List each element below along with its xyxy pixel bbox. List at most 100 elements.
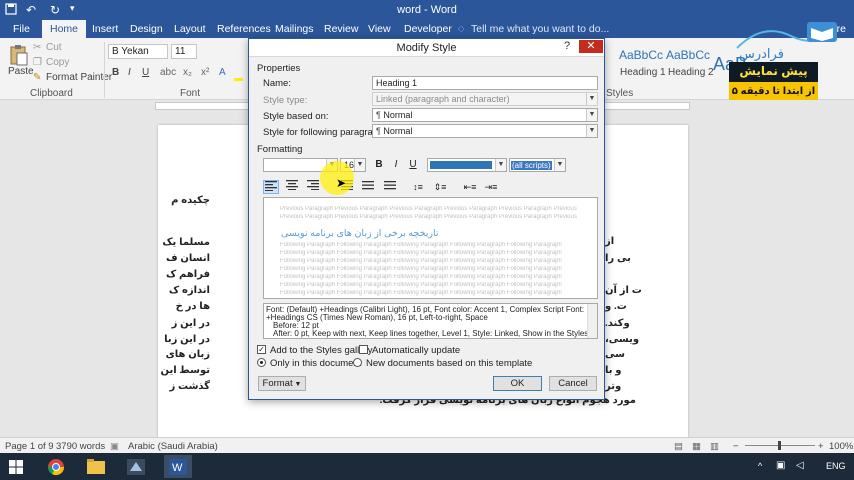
- chevron-down-icon: ▼: [495, 159, 506, 171]
- copy-button[interactable]: Copy: [46, 57, 69, 68]
- style-based-on-select[interactable]: ¶ Normal ▼: [372, 108, 598, 122]
- justify-low-button[interactable]: [382, 180, 398, 194]
- chrome-icon[interactable]: [42, 455, 70, 478]
- format-button[interactable]: Format ▼: [258, 376, 306, 391]
- font-name-box[interactable]: B Yekan: [108, 44, 168, 59]
- style-heading1[interactable]: Heading 1: [620, 67, 666, 78]
- zoom-in-button[interactable]: +: [818, 441, 824, 452]
- cut-button[interactable]: Cut: [46, 42, 62, 53]
- italic-button[interactable]: I: [128, 67, 131, 78]
- underline-button[interactable]: U: [142, 67, 149, 78]
- paragraph-spacing-icon[interactable]: ⇕≡: [432, 180, 448, 194]
- language-indicator-taskbar[interactable]: ENG: [826, 461, 846, 471]
- vertical-ruler[interactable]: [0, 112, 12, 437]
- tab-references[interactable]: References: [217, 23, 271, 35]
- word-taskbar-icon[interactable]: W: [164, 455, 192, 478]
- tab-design[interactable]: Design: [130, 23, 163, 35]
- only-this-document-label: Only in this document: [270, 358, 362, 369]
- doc-line-right: و با: [605, 365, 622, 376]
- close-button[interactable]: ✕: [579, 40, 603, 53]
- tell-me-input[interactable]: Tell me what you want to do...: [471, 23, 609, 35]
- new-documents-label: New documents based on this template: [366, 358, 533, 369]
- strikethrough-icon[interactable]: abc: [160, 67, 176, 78]
- style-heading1-sample[interactable]: AaBbCc: [619, 48, 663, 62]
- align-center-button[interactable]: [284, 180, 300, 194]
- preview-following-paragraph: Following Paragraph Following Paragraph …: [280, 242, 562, 248]
- app-icon[interactable]: [122, 455, 150, 478]
- script-select[interactable]: (all scripts) ▼: [509, 158, 566, 172]
- tab-mailings[interactable]: Mailings: [275, 23, 314, 35]
- taskbar: W ^ ▣ ◁ ENG: [0, 453, 854, 480]
- align-right-button[interactable]: [305, 180, 321, 194]
- style-heading2-sample[interactable]: AaBbCc: [666, 48, 710, 62]
- new-documents-radio[interactable]: [353, 358, 362, 367]
- style-heading2[interactable]: Heading 2: [668, 67, 714, 78]
- add-to-gallery-checkbox[interactable]: ✓: [257, 345, 266, 354]
- only-this-document-radio[interactable]: [257, 358, 266, 367]
- print-layout-icon[interactable]: ▦: [692, 441, 701, 452]
- auto-update-checkbox[interactable]: [359, 345, 368, 354]
- proofing-icon[interactable]: ▣: [110, 441, 119, 452]
- format-painter-button[interactable]: Format Painter: [46, 72, 112, 83]
- tab-review[interactable]: Review: [324, 23, 358, 35]
- font-size-box[interactable]: 11: [171, 44, 197, 59]
- preview-badge: پیش نمایش: [729, 62, 818, 82]
- doc-line: فراهم ک: [166, 269, 210, 280]
- tab-layout[interactable]: Layout: [174, 23, 206, 35]
- network-icon[interactable]: ▣: [776, 460, 785, 471]
- subscript-icon[interactable]: x₂: [183, 67, 192, 78]
- doc-line: انسان ف: [165, 253, 210, 264]
- language-indicator[interactable]: Arabic (Saudi Arabia): [128, 441, 218, 452]
- underline-button[interactable]: U: [405, 158, 421, 172]
- cancel-button[interactable]: Cancel: [549, 376, 597, 391]
- doc-line: مسلما یک: [162, 237, 210, 248]
- styles-group-label: Styles: [606, 88, 634, 99]
- group-divider: [104, 42, 105, 98]
- paste-button[interactable]: Paste: [8, 66, 34, 77]
- distribute-button[interactable]: [360, 180, 376, 194]
- tab-insert[interactable]: Insert: [92, 23, 118, 35]
- chevron-down-icon: ▼: [354, 159, 365, 171]
- line-spacing-icon[interactable]: ↕≡: [410, 180, 426, 194]
- doc-line: ها در خ: [175, 301, 210, 312]
- text-effects-icon[interactable]: A: [219, 67, 226, 78]
- tab-developer[interactable]: Developer: [404, 23, 452, 35]
- highlight-icon[interactable]: [234, 78, 243, 81]
- help-button[interactable]: ?: [560, 40, 574, 54]
- description-line: After: 0 pt, Keep with next, Keep lines …: [273, 329, 589, 338]
- doc-line: چکیده م: [171, 195, 210, 206]
- preview-following-paragraph: Following Paragraph Following Paragraph …: [280, 266, 562, 272]
- style-type-select[interactable]: Linked (paragraph and character) ▼: [372, 92, 598, 106]
- based-on-value: Normal: [383, 110, 413, 120]
- align-left-button[interactable]: [263, 180, 279, 194]
- volume-icon[interactable]: ◁: [796, 460, 804, 471]
- zoom-thumb[interactable]: [778, 441, 781, 450]
- page-count[interactable]: Page 1 of 9: [5, 441, 54, 452]
- file-explorer-icon[interactable]: [82, 455, 110, 478]
- web-layout-icon[interactable]: ▥: [710, 441, 719, 452]
- tab-file[interactable]: File: [13, 23, 30, 35]
- windows-start-icon[interactable]: [2, 455, 30, 478]
- bold-button[interactable]: B: [371, 158, 387, 172]
- increase-indent-icon[interactable]: ⇥≡: [483, 180, 499, 194]
- preview-following-paragraph: Following Paragraph Following Paragraph …: [280, 282, 562, 288]
- style-description[interactable]: Font: (Default) +Headings (Calibri Light…: [263, 303, 598, 339]
- superscript-icon[interactable]: x²: [201, 67, 209, 78]
- italic-button[interactable]: I: [388, 158, 404, 172]
- ok-button[interactable]: OK: [493, 376, 542, 391]
- zoom-level[interactable]: 100%: [829, 441, 853, 452]
- tab-home[interactable]: Home: [42, 20, 87, 38]
- bold-button[interactable]: B: [112, 67, 119, 78]
- word-count[interactable]: 3790 words: [56, 441, 105, 452]
- zoom-out-button[interactable]: −: [733, 441, 739, 452]
- decrease-indent-icon[interactable]: ⇤≡: [462, 180, 478, 194]
- tab-view[interactable]: View: [368, 23, 391, 35]
- font-color-select[interactable]: ▼: [427, 158, 507, 172]
- style-name-input[interactable]: Heading 1: [372, 76, 598, 90]
- read-mode-icon[interactable]: ▤: [674, 441, 683, 452]
- chevron-down-icon: ▼: [586, 125, 597, 137]
- tray-chevron-icon[interactable]: ^: [758, 461, 762, 471]
- description-scrollbar[interactable]: [587, 304, 597, 338]
- following-paragraph-select[interactable]: ¶ Normal ▼: [372, 124, 598, 138]
- doc-line-right: وکند.: [605, 318, 630, 329]
